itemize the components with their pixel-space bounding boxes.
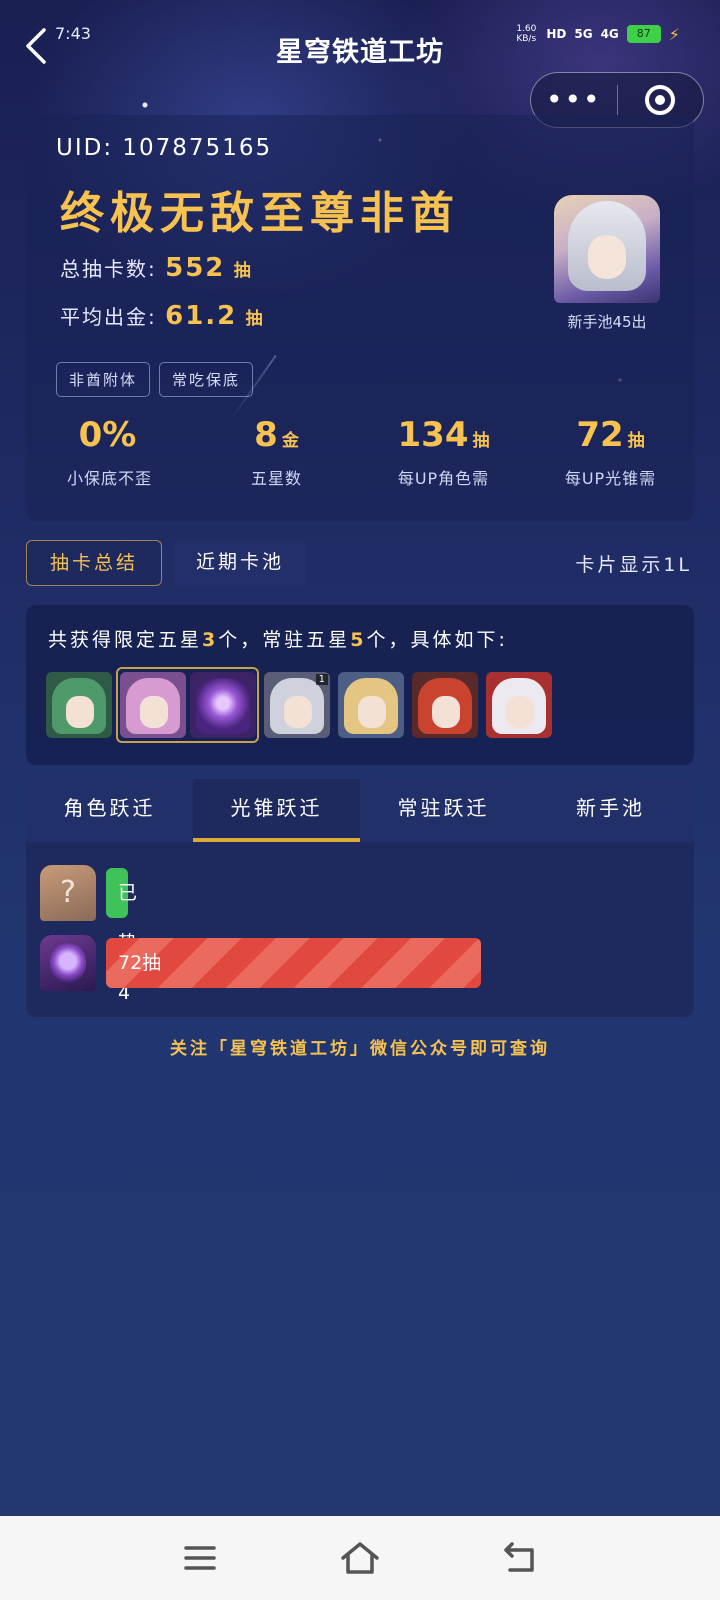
character-portrait[interactable] xyxy=(486,672,552,738)
stat-label: 每UP角色需 xyxy=(397,469,490,488)
avg-gold-value: 61.2 xyxy=(165,301,238,331)
menu-icon xyxy=(184,1546,216,1570)
stat-value: 0% xyxy=(78,415,137,455)
tag-badge: 非酋附体 xyxy=(56,362,151,397)
obtained-card: 共获得限定五星3个，常驻五星5个，具体如下: 1 xyxy=(26,605,694,765)
tab-beginner-warp[interactable]: 新手池 xyxy=(527,779,694,842)
count-badge: 1 xyxy=(315,674,328,685)
avatar xyxy=(554,195,660,303)
stat-label: 小保底不歪 xyxy=(66,469,152,488)
total-pulls-unit: 抽 xyxy=(233,261,253,281)
avg-gold-label: 平均出金: xyxy=(60,305,157,329)
pool-section: 角色跃迁 光锥跃迁 常驻跃迁 新手池 ? 已垫4抽 72抽 xyxy=(26,779,694,1017)
tab-standard-warp[interactable]: 常驻跃迁 xyxy=(360,779,527,842)
portrait-face xyxy=(140,696,168,728)
tab-pull-summary[interactable]: 抽卡总结 xyxy=(26,540,162,586)
avatar-caption: 新手池45出 xyxy=(567,313,647,331)
stat-unit: 抽 xyxy=(627,431,645,451)
obtained-summary: 共获得限定五星3个，常驻五星5个，具体如下: xyxy=(48,625,508,652)
avatar-face xyxy=(588,235,626,279)
summary-value: 0% xyxy=(26,415,193,461)
stat-unit: 金 xyxy=(281,431,299,451)
tab-lightcone-warp[interactable]: 光锥跃迁 xyxy=(193,779,360,842)
system-nav-bar xyxy=(0,1516,720,1600)
menu-button[interactable] xyxy=(178,1536,222,1580)
tag-list: 非酋附体 常吃保底 xyxy=(56,362,254,397)
home-icon xyxy=(341,1542,379,1574)
close-miniprogram-button[interactable] xyxy=(618,85,704,115)
character-portrait[interactable]: 1 xyxy=(264,672,330,738)
total-pulls-line: 总抽卡数: 552 抽 xyxy=(60,253,253,283)
stat-label: 每UP光锥需 xyxy=(564,469,657,488)
avg-gold-line: 平均出金: 61.2 抽 xyxy=(60,301,265,331)
return-icon xyxy=(504,1542,534,1572)
pity-progress-bar: 72抽 xyxy=(106,938,481,988)
footer-note: 关注「星穹铁道工坊」微信公众号即可查询 xyxy=(170,1039,550,1059)
portrait-face xyxy=(506,696,534,728)
character-portrait[interactable] xyxy=(338,672,404,738)
obtained-prefix: 共获得限定五星 xyxy=(48,629,203,651)
total-pulls-value: 552 xyxy=(165,253,226,283)
stat-value: 8 xyxy=(254,415,278,455)
uid-text: UID: 107875165 xyxy=(56,135,273,161)
portrait-face xyxy=(66,696,94,728)
summary-value: 8金 xyxy=(193,415,360,461)
profile-card: UID: 107875165 终极无敌至尊非酋 总抽卡数: 552 抽 平均出金… xyxy=(26,115,694,521)
target-icon xyxy=(645,85,676,115)
lightcone-portrait[interactable] xyxy=(190,672,256,738)
standard-count: 5 xyxy=(350,629,367,651)
summary-stat: 0% 小保底不歪 xyxy=(26,415,193,489)
portrait-face xyxy=(284,696,312,728)
tab-character-warp[interactable]: 角色跃迁 xyxy=(26,779,193,842)
total-pulls-label: 总抽卡数: xyxy=(60,257,157,281)
summary-value: 134 抽 xyxy=(360,415,527,461)
home-button[interactable] xyxy=(338,1536,382,1580)
back-nav-button[interactable] xyxy=(498,1536,542,1580)
portrait-face xyxy=(432,696,460,728)
avg-gold-unit: 抽 xyxy=(245,309,265,329)
summary-stat: 134 抽 每UP角色需 xyxy=(360,415,527,489)
obtained-middle: 个，常驻五星 xyxy=(218,629,351,651)
tag-badge: 常吃保底 xyxy=(159,362,254,397)
card-display-toggle[interactable]: 卡片显示1L xyxy=(575,550,692,577)
pool-tabs: 角色跃迁 光锥跃迁 常驻跃迁 新手池 xyxy=(26,779,694,842)
limited-count: 3 xyxy=(202,629,219,651)
obtained-suffix: 个，具体如下: xyxy=(366,629,508,651)
tab-recent-pools[interactable]: 近期卡池 xyxy=(174,540,306,586)
character-portrait[interactable] xyxy=(412,672,478,738)
stat-unit: 抽 xyxy=(472,431,490,451)
portrait-glow xyxy=(196,678,250,734)
unknown-icon: ? xyxy=(40,865,96,921)
lightcone-icon xyxy=(40,935,96,991)
character-portrait[interactable] xyxy=(46,672,112,738)
stat-label: 五星数 xyxy=(250,469,302,488)
character-portrait[interactable] xyxy=(120,672,186,738)
summary-stat: 8金 五星数 xyxy=(193,415,360,489)
stat-value: 134 xyxy=(397,415,469,455)
summary-value: 72 抽 xyxy=(527,415,694,461)
portrait-face xyxy=(358,696,386,728)
nickname-title: 终极无敌至尊非酋 xyxy=(60,188,460,239)
stat-value: 72 xyxy=(576,415,624,455)
summary-stats: 0% 小保底不歪 8金 五星数 134 抽 每UP角色需 72 抽 每UP光锥需 xyxy=(26,415,694,489)
summary-stat: 72 抽 每UP光锥需 xyxy=(527,415,694,489)
page-title: 星穹铁道工坊 xyxy=(276,37,444,68)
lightcone-glow xyxy=(50,943,86,983)
